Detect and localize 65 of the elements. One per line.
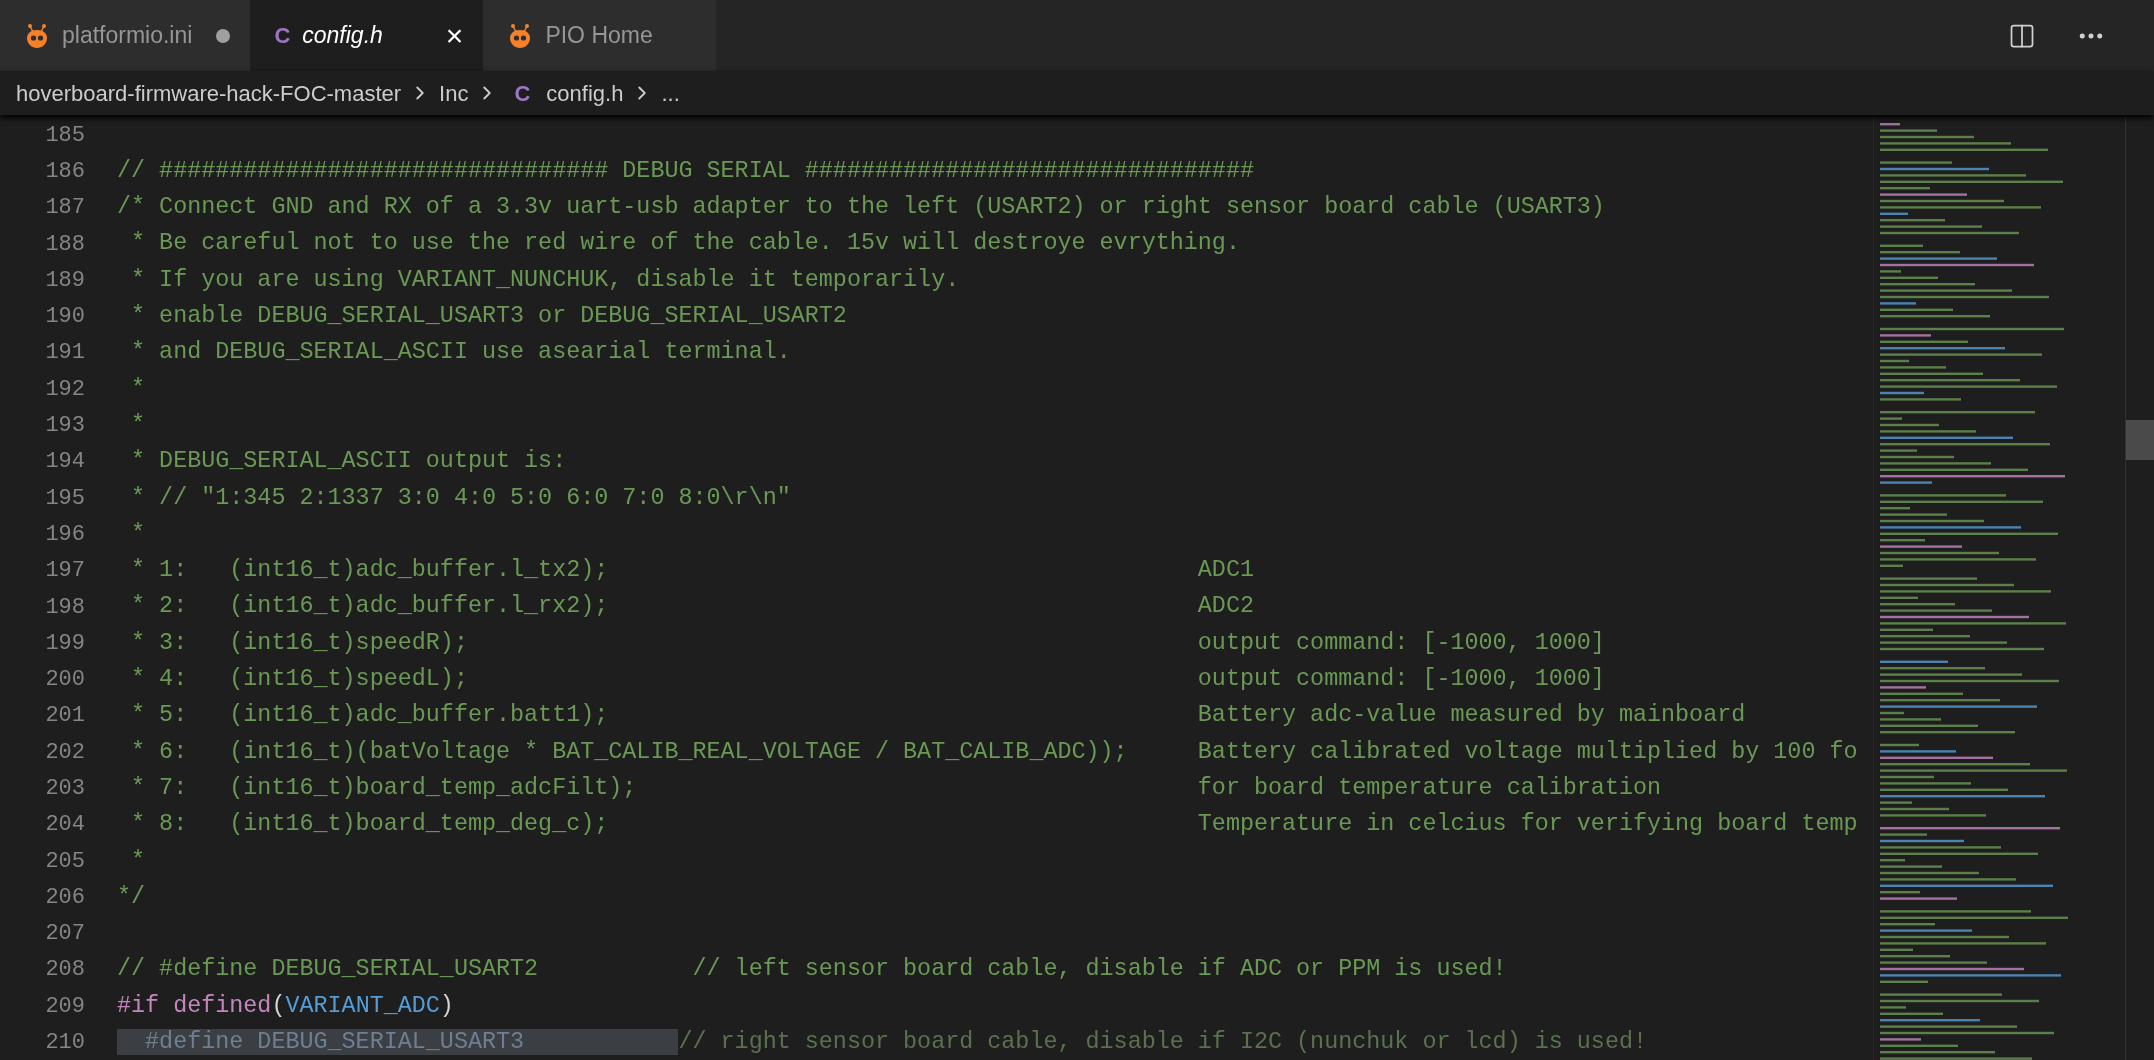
close-tab-button[interactable]: ×: [445, 20, 464, 51]
code-line: * // "1:345 2:1337 3:0 4:0 5:0 6:0 7:0 8:0\r\n": [130, 483, 791, 513]
line-number: 209: [44, 992, 85, 1021]
code-line: * 7: (int16_t)board_temp_adcFilt); for board temperature calibration: [130, 773, 1662, 803]
line-number: 208: [44, 956, 85, 985]
c-file-icon: C: [274, 19, 291, 52]
code-line: * Be careful not to use the red wire of the cable. 15v will destroye evrything.: [130, 229, 1240, 259]
editor-tab[interactable]: platformio.ini: [0, 0, 251, 71]
code-line: *: [130, 374, 146, 404]
code-line: * and DEBUG_SERIAL_ASCII use asearial terminal.: [130, 338, 791, 368]
code-line: *: [130, 519, 146, 549]
line-number: 197: [44, 557, 85, 586]
line-number: 205: [44, 847, 85, 876]
line-number: 190: [44, 303, 85, 332]
breadcrumb-item[interactable]: Inc: [439, 76, 469, 110]
code-line: * 3: (int16_t)speedR); output command: [-1000, 1000]: [130, 628, 1605, 658]
code-line: * 2: (int16_t)adc_buffer.l_rx2); ADC2: [130, 592, 1254, 622]
line-number: 199: [44, 629, 85, 658]
code-line: * enable DEBUG_SERIAL_USART3 or DEBUG_SERIAL_USART2: [130, 302, 847, 332]
code-line: #if defined(VARIANT_ADC): [117, 991, 454, 1021]
line-number: 196: [44, 520, 85, 549]
line-number: 187: [44, 194, 85, 223]
code-line: *: [130, 410, 146, 440]
code-line: * DEBUG_SERIAL_ASCII output is:: [130, 447, 567, 477]
code-line: * 8: (int16_t)board_temp_deg_c); Temperature in celcius for verifying board temp: [130, 810, 1858, 840]
line-number: 210: [44, 1029, 85, 1058]
breadcrumb-item[interactable]: ...: [661, 76, 680, 110]
tab-label: platformio.ini: [62, 21, 193, 51]
code-line: *: [130, 846, 146, 876]
line-number: 189: [44, 266, 85, 295]
line-number: 192: [44, 375, 85, 404]
code-line: */: [117, 882, 146, 912]
line-number: 207: [44, 920, 85, 949]
line-number: 188: [44, 230, 85, 259]
tab-label: PIO Home: [545, 21, 653, 51]
line-number: 202: [44, 738, 85, 767]
line-number: 198: [44, 593, 85, 622]
line-number: 203: [44, 775, 85, 803]
code-line: // ################################ DEBUG SERIAL ################################: [117, 156, 1254, 186]
line-number: 200: [44, 666, 85, 695]
line-number: 195: [44, 484, 85, 513]
line-number: 204: [44, 811, 85, 840]
scrollbar-thumb[interactable]: [2126, 420, 2154, 460]
code-line: // #define DEBUG_SERIAL_USART2 // left sensor board cable, disable if ADC or PPM is used!: [117, 955, 1507, 985]
editor-tab[interactable]: C config.h ×: [250, 0, 484, 71]
code-line: /* Connect GND and RX of a 3.3v uart-usb adapter to the left (USART2) or right sensor board cable (USART3): [117, 193, 1605, 223]
breadcrumb-item[interactable]: config.h: [546, 76, 624, 110]
code-line: * 6: (int16_t)(batVoltage * BAT_CALIB_REAL_VOLTAGE / BAT_CALIB_ADC)); Battery calibrated voltage multiplied by 100 fo: [130, 737, 1858, 767]
c-file-icon: C: [514, 76, 531, 110]
line-number: 185: [44, 121, 85, 150]
line-number: 193: [44, 412, 85, 440]
tab-label: config.h: [302, 21, 383, 51]
line-number: 194: [44, 448, 85, 477]
line-number: 201: [44, 702, 85, 731]
code-line: * 1: (int16_t)adc_buffer.l_tx2); ADC1: [130, 556, 1254, 586]
code-line: * 4: (int16_t)speedL); output command: [-1000, 1000]: [130, 665, 1605, 695]
breadcrumb-item[interactable]: hoverboard-firmware-hack-FOC-master: [16, 76, 402, 110]
alien-head-icon: [24, 22, 50, 49]
line-number: 206: [44, 883, 85, 912]
line-number: 186: [44, 157, 85, 186]
editor-tab[interactable]: PIO Home: [483, 0, 717, 71]
code-line: * If you are using VARIANT_NUNCHUK, disable it temporarily.: [130, 265, 960, 295]
code-line: * 5: (int16_t)adc_buffer.batt1); Battery adc-value measured by mainboard: [130, 701, 1746, 731]
line-number: 191: [44, 339, 85, 368]
code-line: #define DEBUG_SERIAL_USART3 // right sensor board cable, disable if I2C (nunchuk or lcd) is used!: [117, 1025, 1647, 1060]
